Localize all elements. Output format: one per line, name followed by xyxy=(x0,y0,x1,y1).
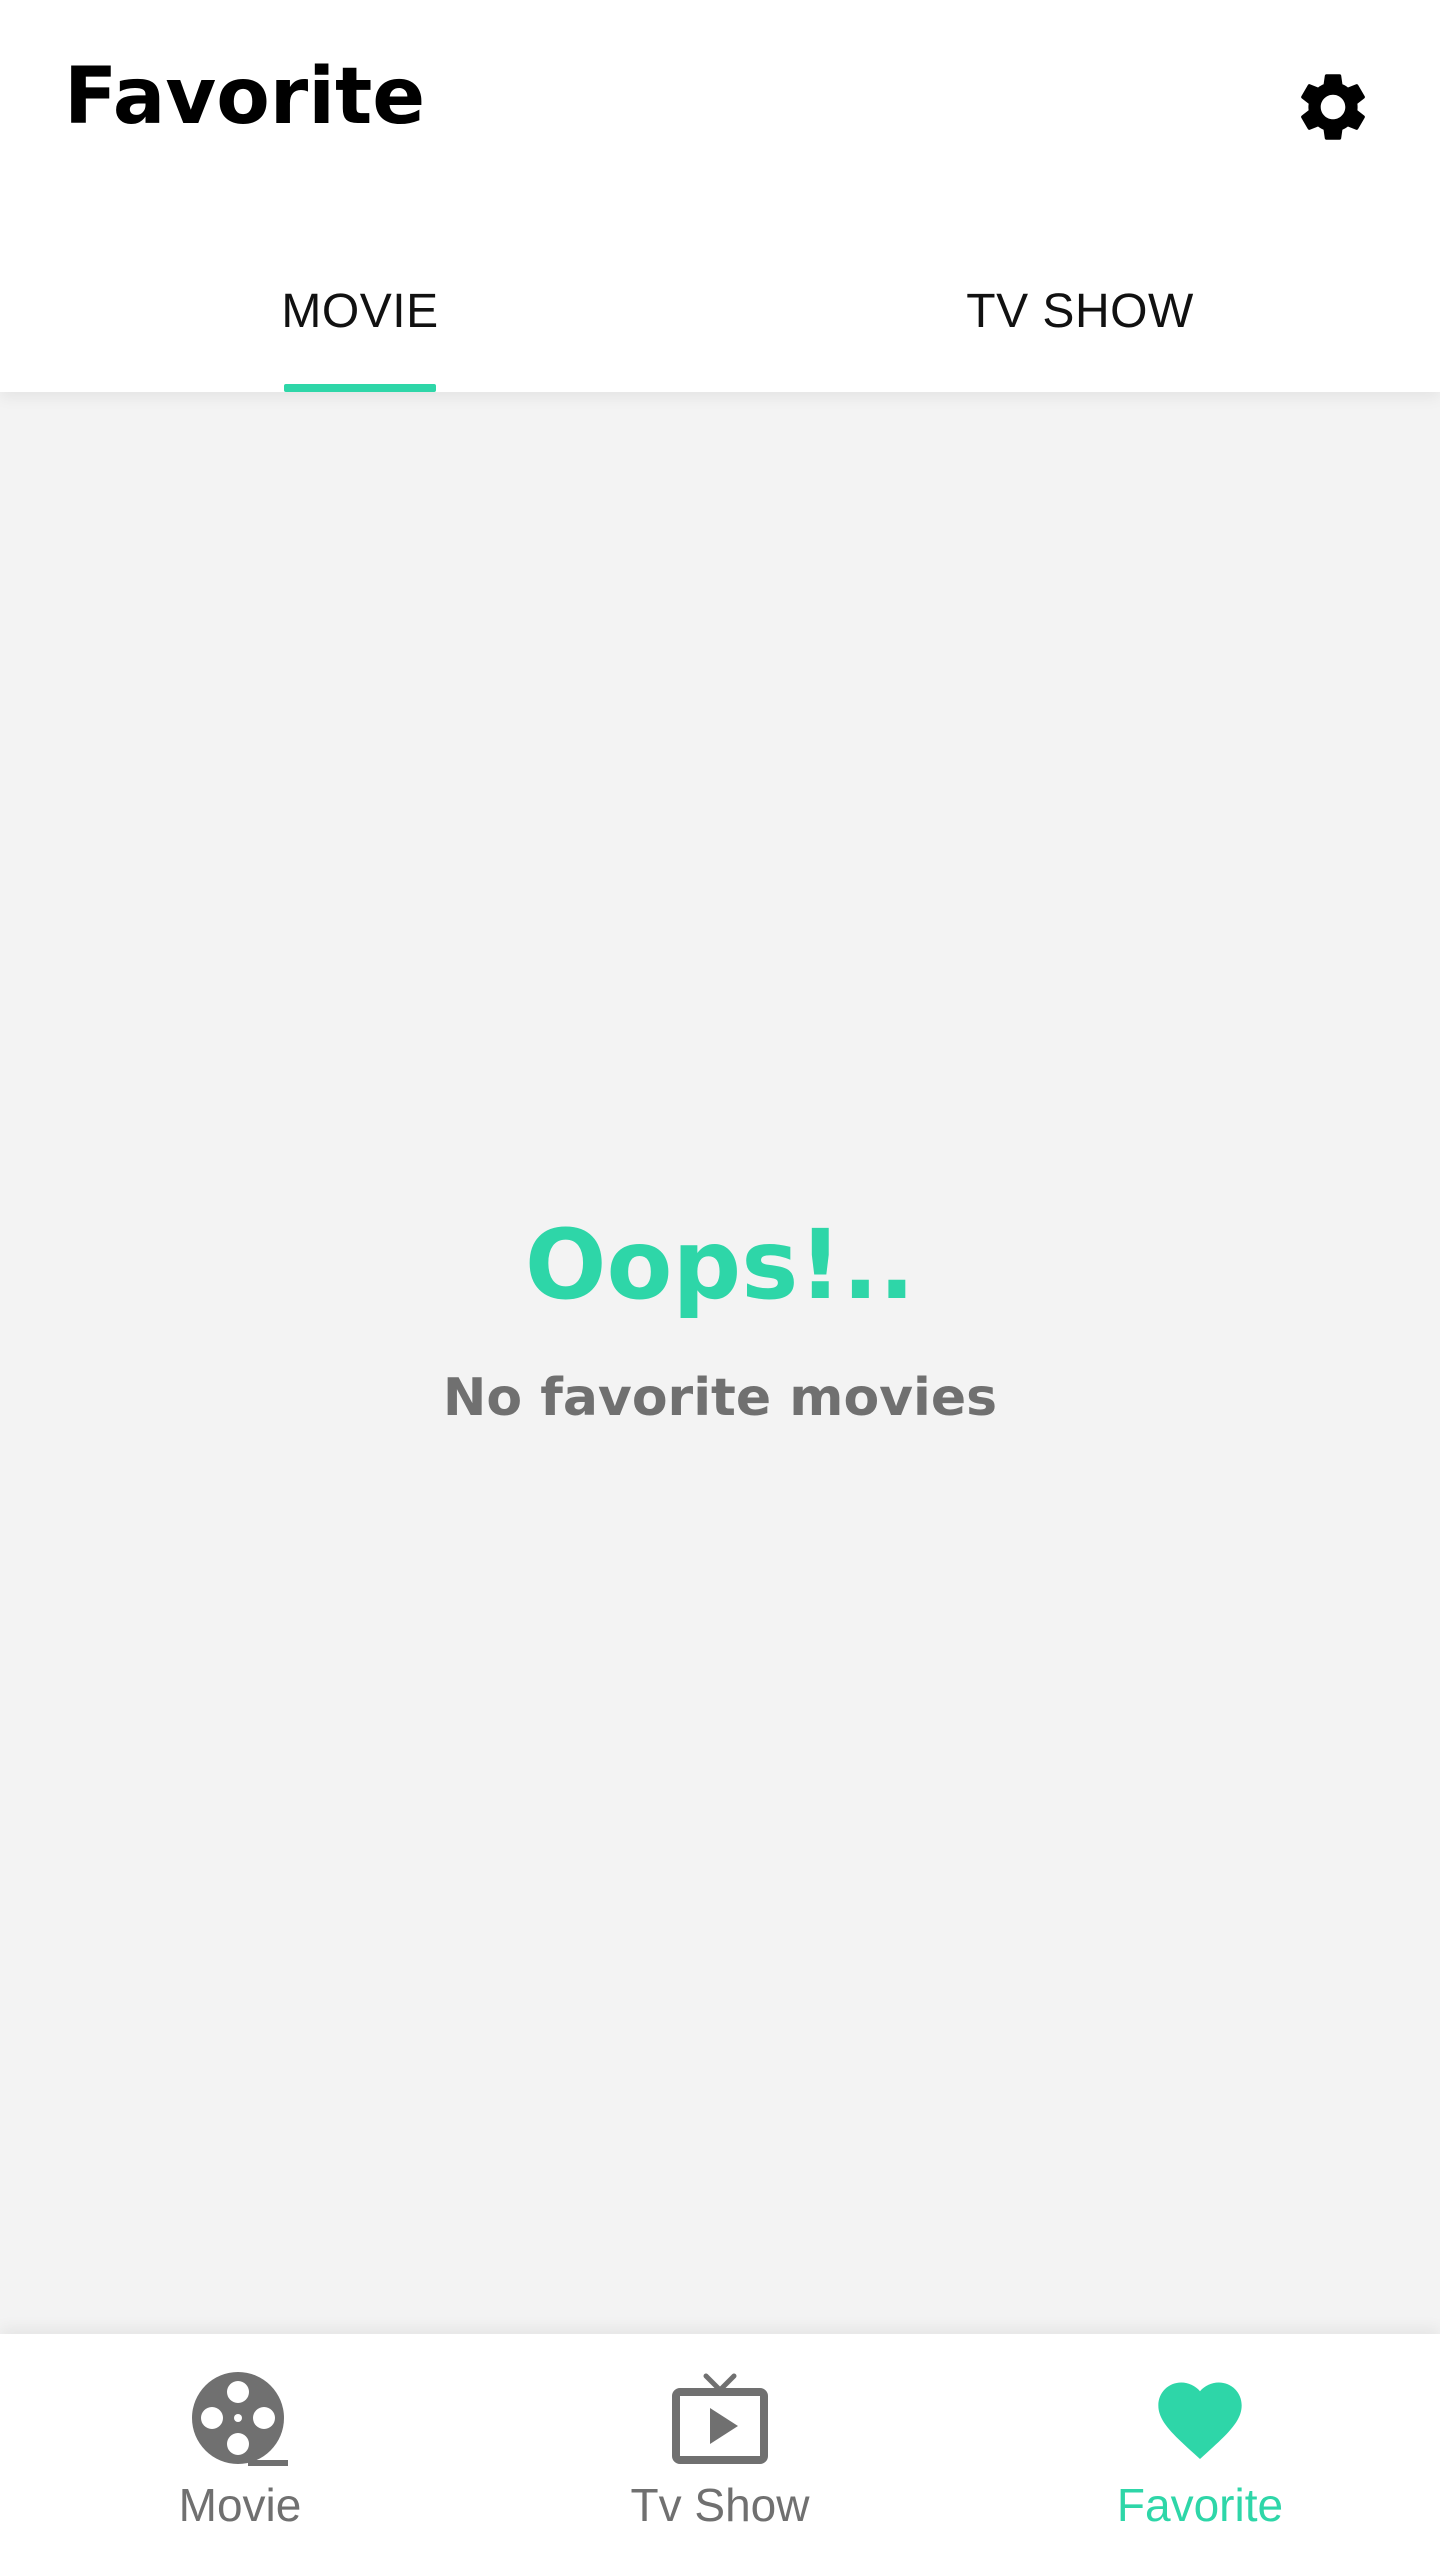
nav-label-movie: Movie xyxy=(178,2479,302,2531)
tv-play-icon xyxy=(668,2368,772,2472)
app-header: Favorite MOVIE TV SHOW xyxy=(0,0,1440,392)
bottom-navigation: Movie Tv Show Favorite xyxy=(0,2334,1440,2560)
tab-movie-label: MOVIE xyxy=(281,285,439,338)
heart-icon xyxy=(1148,2368,1252,2472)
nav-item-movie[interactable]: Movie xyxy=(0,2334,480,2560)
empty-state-heading: Oops!.. xyxy=(524,1209,916,1321)
page-title: Favorite xyxy=(64,52,426,142)
app-root: Favorite MOVIE TV SHOW Oops!.. No favori… xyxy=(0,0,1440,2560)
nav-label-favorite: Favorite xyxy=(1116,2479,1284,2531)
tab-movie[interactable]: MOVIE xyxy=(0,236,720,392)
tab-tv-show[interactable]: TV SHOW xyxy=(720,236,1440,392)
settings-button[interactable] xyxy=(1290,66,1376,152)
film-reel-icon xyxy=(188,2368,292,2472)
tab-tv-show-label: TV SHOW xyxy=(966,285,1194,338)
nav-item-tv-show[interactable]: Tv Show xyxy=(480,2334,960,2560)
tab-selected-indicator xyxy=(284,384,436,392)
tab-bar: MOVIE TV SHOW xyxy=(0,236,1440,392)
nav-item-favorite[interactable]: Favorite xyxy=(960,2334,1440,2560)
empty-state: Oops!.. No favorite movies xyxy=(0,392,1440,2334)
nav-label-tv-show: Tv Show xyxy=(630,2479,810,2531)
empty-state-message: No favorite movies xyxy=(442,1368,998,1428)
gear-icon xyxy=(1292,66,1374,152)
